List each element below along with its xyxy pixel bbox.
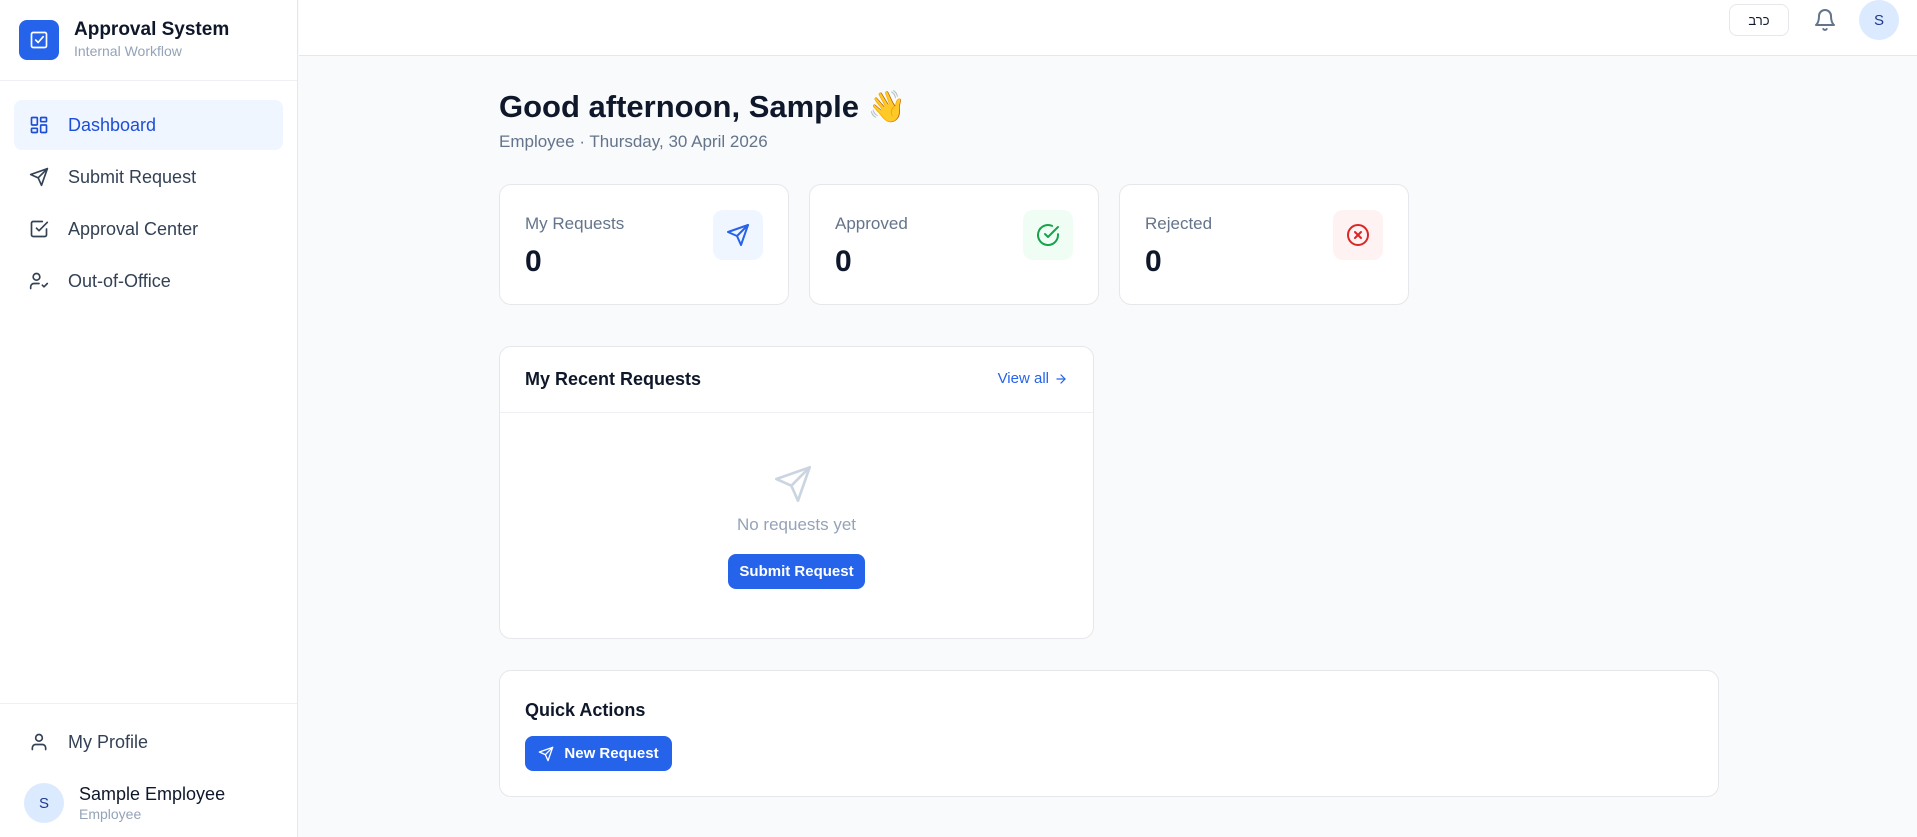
sidebar-item-my-profile[interactable]: My Profile [14,717,283,767]
divider [500,412,1093,413]
send-icon [775,466,811,502]
sidebar-item-label: Submit Request [68,166,197,187]
sidebar-item-out-of-office[interactable]: Out-of-Office [14,256,283,306]
view-all-label: View all [997,370,1049,387]
send-icon [539,746,554,761]
check-circle-icon [1023,210,1073,260]
current-user[interactable]: S Sample Employee Employee [14,769,283,837]
bell-icon[interactable] [1813,8,1837,32]
user-check-icon [29,272,49,290]
arrow-right-icon [1056,373,1066,384]
page-title: Good afternoon, Sample 👋 [499,89,907,124]
stat-label: My Requests [525,214,625,233]
quick-actions-card: Quick Actions New Request [499,670,1719,797]
send-icon [29,167,49,187]
brand: Approval System Internal Workflow [0,0,297,81]
quick-actions-title: Quick Actions [525,700,646,720]
avatar: S [24,783,64,823]
stat-label: Rejected [1145,214,1213,233]
app-subtitle: Internal Workflow [74,43,182,59]
sidebar-item-label: My Profile [68,731,149,752]
submit-request-button[interactable]: Submit Request [728,554,865,589]
x-circle-icon [1333,210,1383,260]
sidebar-nav: Dashboard Submit Request Approval Center… [0,81,297,327]
recent-requests-card: My Recent Requests View all No requests … [499,346,1094,639]
user-role: Employee [79,806,142,822]
page-subtitle: Employee · Thursday, 30 April 2026 [499,132,768,151]
new-request-label: New Request [564,745,659,762]
send-icon [713,210,763,260]
topbar: כרב S [299,0,1917,56]
sidebar-item-label: Out-of-Office [68,270,171,291]
sidebar-footer: My Profile S Sample Employee Employee [0,703,297,837]
sidebar-item-label: Dashboard [68,114,157,135]
sidebar: Approval System Internal Workflow Dashbo… [0,0,298,837]
sidebar-item-dashboard[interactable]: Dashboard [14,100,283,150]
user-name: Sample Employee [79,784,226,804]
recent-requests-title: My Recent Requests [525,369,702,389]
new-request-button[interactable]: New Request [525,736,672,771]
stat-card-approved[interactable]: Approved 0 [809,184,1099,305]
stat-value: 0 [1145,245,1162,278]
stat-label: Approved [835,214,908,233]
empty-state-text: No requests yet [736,515,857,534]
user-icon [31,733,47,751]
app-title: Approval System [74,19,230,40]
app-logo-icon [19,20,59,60]
dashboard-icon [30,116,48,134]
check-square-icon [30,220,49,238]
sidebar-item-submit-request[interactable]: Submit Request [14,152,283,202]
user-menu-avatar[interactable]: S [1859,0,1899,40]
view-all-link[interactable]: View all [998,370,1068,387]
sidebar-item-label: Approval Center [68,218,199,239]
stat-value: 0 [525,245,542,278]
sidebar-item-approval-center[interactable]: Approval Center [14,204,283,254]
language-switch-button[interactable]: כרב [1729,4,1789,36]
stat-value: 0 [835,245,852,278]
stat-card-rejected[interactable]: Rejected 0 [1119,184,1409,305]
stat-card-my-requests[interactable]: My Requests 0 [499,184,789,305]
